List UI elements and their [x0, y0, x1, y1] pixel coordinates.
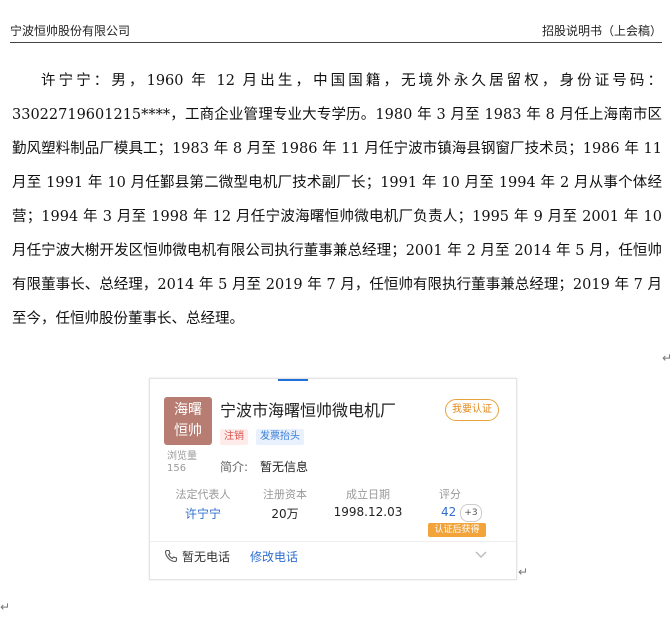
views-value: 156 — [167, 463, 187, 474]
return-mark: ↵ — [518, 565, 529, 579]
founded-date-value: 1998.12.03 — [333, 505, 403, 519]
logo-line-2: 恒帅 — [174, 423, 202, 439]
score-label: 评分 — [439, 488, 461, 501]
company-logo: 海曙 恒帅 — [164, 397, 212, 445]
logo-line-1: 海曙 — [174, 402, 202, 418]
verify-button[interactable]: 我要认证 — [445, 399, 499, 421]
chevron-down-icon[interactable] — [474, 549, 488, 561]
score-value: 42 — [441, 505, 457, 519]
header-rule — [10, 42, 662, 43]
intro-label: 简介: — [220, 460, 249, 474]
tag-invoice-header[interactable]: 发票抬头 — [256, 429, 304, 445]
intro-value: 暂无信息 — [260, 460, 309, 474]
registered-capital-label: 注册资本 — [263, 488, 307, 501]
biography-paragraph: 许宁宁：男，1960 年 12 月出生，中国国籍，无境外永久居留权，身份证号码：… — [12, 73, 662, 327]
phone-icon — [164, 549, 178, 563]
edit-phone-link[interactable]: 修改电话 — [250, 548, 298, 565]
tag-deregistered: 注销 — [220, 429, 248, 445]
company-name[interactable]: 宁波市海曙恒帅微电机厂 — [220, 397, 396, 421]
phone-text: 暂无电话 — [182, 550, 231, 564]
founded-date-label: 成立日期 — [346, 488, 390, 501]
legal-rep-value[interactable]: 许宁宁 — [163, 505, 243, 522]
legal-rep-label: 法定代表人 — [175, 488, 231, 501]
header-doc-title: 招股说明书（上会稿） — [541, 24, 662, 38]
views-label: 浏览量 — [167, 451, 197, 462]
page-header: 宁波恒帅股份有限公司 招股说明书（上会稿） — [10, 22, 662, 42]
return-mark: ↵ — [662, 351, 672, 365]
company-card[interactable]: 海曙 恒帅 浏览量 156 宁波市海曙恒帅微电机厂 我要认证 注销 发票抬头 简… — [149, 378, 517, 580]
header-company: 宁波恒帅股份有限公司 — [10, 24, 131, 38]
score-unlock-badge: 认证后获得 — [428, 523, 486, 537]
card-divider — [150, 541, 516, 542]
registered-capital-value: 20万 — [271, 507, 299, 521]
score-plus-badge: +3 — [460, 504, 482, 522]
return-mark: ↵ — [0, 600, 11, 614]
card-accent-line — [278, 379, 308, 381]
